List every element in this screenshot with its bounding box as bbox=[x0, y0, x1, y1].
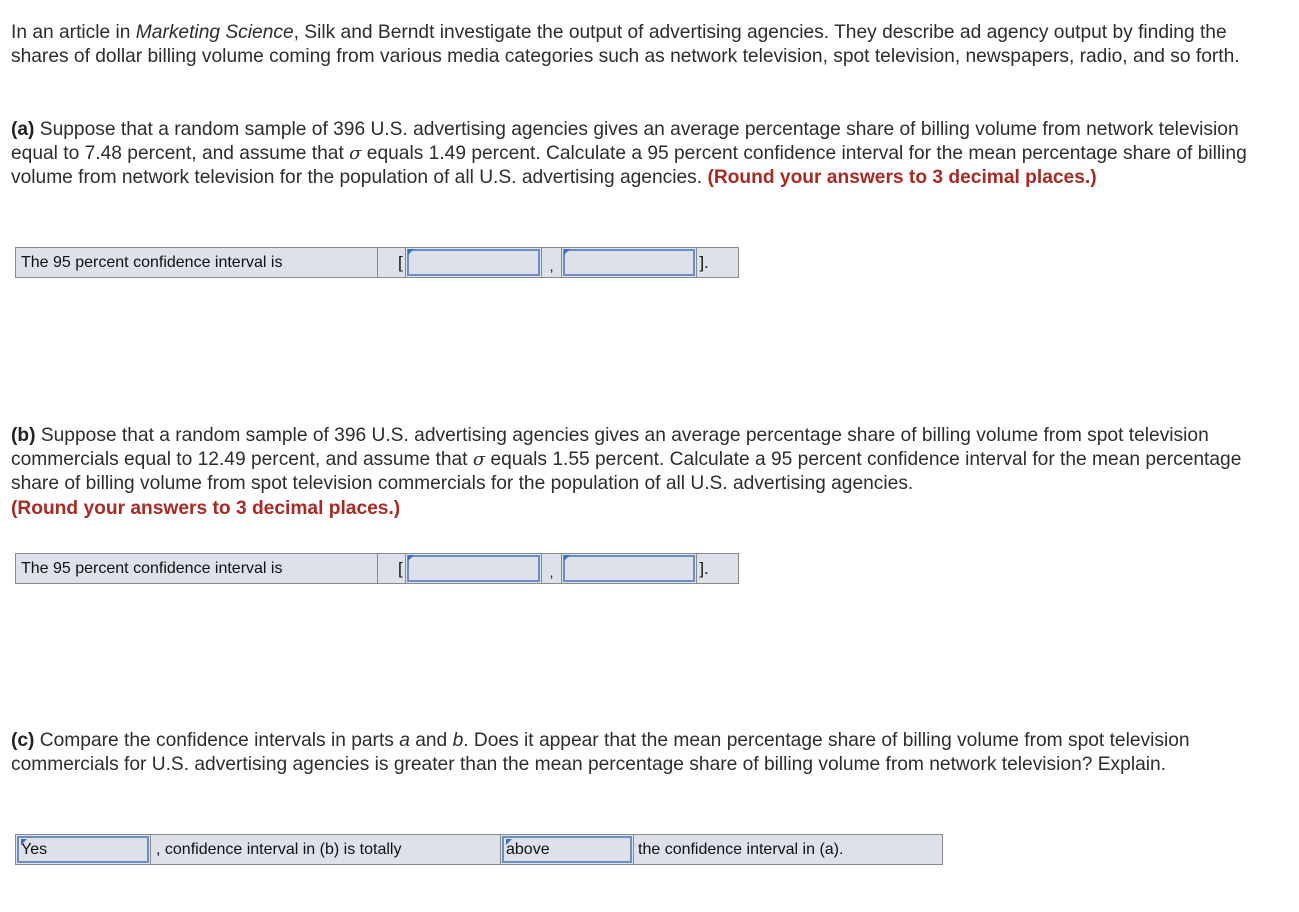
part-b-question: (b) Suppose that a random sample of 396 … bbox=[11, 424, 1281, 521]
part-c-question: (c) Compare the confidence intervals in … bbox=[11, 729, 1281, 777]
part-a-label: (a) bbox=[11, 119, 35, 140]
part-a-rounding-instruction: (Round your answers to 3 decimal places.… bbox=[707, 167, 1097, 189]
close-bracket: ]. bbox=[699, 252, 709, 272]
part-a-upper-bound-input[interactable] bbox=[563, 249, 696, 276]
sigma-symbol: σ bbox=[349, 143, 362, 165]
part-a-answer-label: The 95 percent confidence interval is bbox=[16, 248, 378, 277]
part-b-rounding-instruction: (Round your answers to 3 decimal places.… bbox=[11, 497, 401, 519]
above-below-dropdown-value: above bbox=[506, 840, 550, 858]
intro-paragraph: In an article in Marketing Science, Silk… bbox=[11, 21, 1281, 69]
part-b-upper-cell bbox=[562, 554, 698, 583]
comma-separator: , bbox=[542, 554, 563, 583]
part-b-lower-cell bbox=[406, 554, 542, 583]
open-bracket: [ bbox=[378, 248, 406, 277]
part-c-text-1: Compare the confidence intervals in part… bbox=[34, 730, 400, 751]
journal-title: Marketing Science bbox=[135, 22, 294, 43]
above-below-dropdown[interactable]: above bbox=[502, 836, 632, 863]
part-a-lower-cell bbox=[406, 248, 542, 277]
intro-text-before: In an article in bbox=[11, 22, 136, 43]
yes-no-dropdown-value: Yes bbox=[21, 840, 48, 858]
part-c-select-2-cell: above bbox=[501, 835, 634, 864]
part-a-upper-cell bbox=[562, 248, 698, 277]
part-b-answer-row: The 95 percent confidence interval is [ … bbox=[15, 553, 739, 584]
yes-no-dropdown[interactable]: Yes bbox=[17, 836, 149, 863]
part-b-answer-label: The 95 percent confidence interval is bbox=[16, 554, 378, 583]
part-a-question: (a) Suppose that a random sample of 396 … bbox=[11, 118, 1281, 191]
part-a-lower-bound-input[interactable] bbox=[406, 249, 540, 276]
sigma-symbol: σ bbox=[472, 449, 486, 471]
part-b-lower-bound-input[interactable] bbox=[406, 555, 540, 582]
part-c-middle-text: , confidence interval in (b) is totally bbox=[151, 835, 501, 864]
part-b-label: (b) bbox=[11, 425, 36, 446]
part-a-reference: a bbox=[399, 730, 410, 751]
part-c-end-text: the confidence interval in (a). bbox=[638, 840, 844, 858]
part-c-answer-row: Yes , confidence interval in (b) is tota… bbox=[15, 834, 943, 865]
part-c-select-1-cell: Yes bbox=[16, 835, 151, 864]
comma-separator: , bbox=[542, 248, 563, 277]
open-bracket: [ bbox=[378, 554, 406, 583]
part-b-upper-bound-input[interactable] bbox=[563, 555, 696, 582]
part-a-answer-row: The 95 percent confidence interval is [ … bbox=[15, 247, 739, 278]
part-c-text-2: and bbox=[409, 730, 453, 751]
part-c-label: (c) bbox=[11, 730, 35, 751]
close-bracket: ]. bbox=[699, 558, 709, 578]
part-b-reference: b bbox=[452, 730, 464, 751]
